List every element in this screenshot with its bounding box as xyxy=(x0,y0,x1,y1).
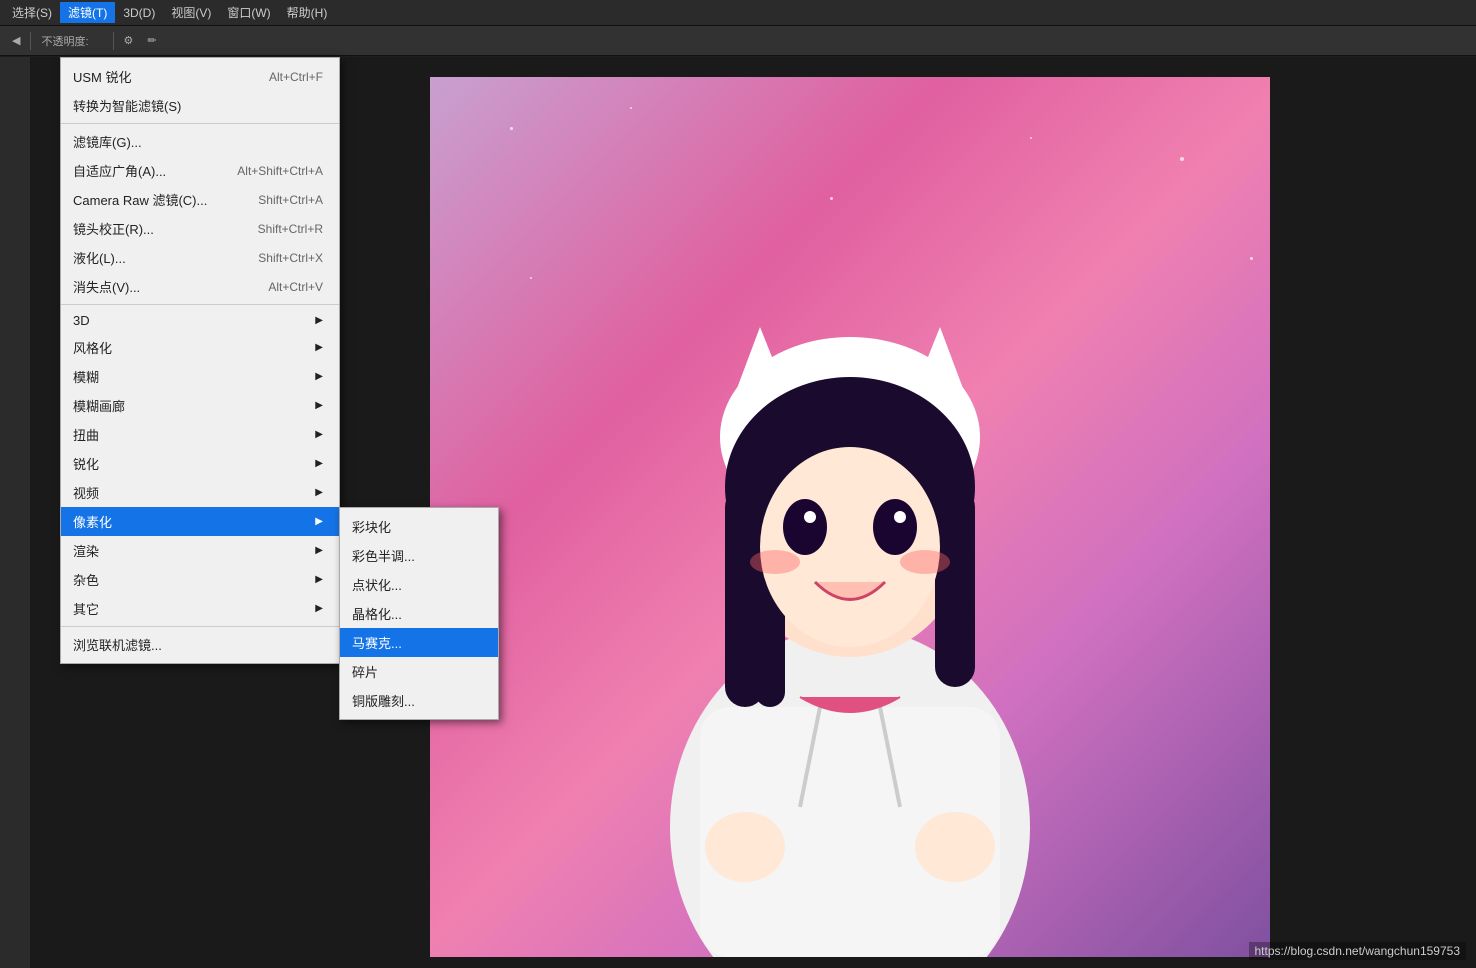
canvas-area xyxy=(430,77,1270,957)
menu-item-other-label: 其它 xyxy=(73,599,99,618)
submenu-item-colorflat[interactable]: 彩块化 xyxy=(340,512,498,541)
filter-dropdown-menu: USM 锐化 Alt+Ctrl+F 转换为智能滤镜(S) 滤镜库(G)... 自… xyxy=(60,57,340,664)
menu-item-pixelate[interactable]: 像素化 ▶ 彩块化 彩色半调... 点状化... 晶格化... 马赛克... xyxy=(61,507,339,536)
menu-item-video-label: 视频 xyxy=(73,483,99,502)
submenu-item-mezzotint[interactable]: 铜版雕刻... xyxy=(340,686,498,715)
toolbar-back[interactable]: ◀ xyxy=(8,32,24,49)
toolbar-sep1 xyxy=(30,32,31,50)
arrow-icon-3d: ▶ xyxy=(315,315,323,326)
arrow-icon-blur: ▶ xyxy=(315,371,323,382)
menu-divider-1 xyxy=(61,123,339,124)
menu-item-render-label: 渲染 xyxy=(73,541,99,560)
arrow-icon-render: ▶ xyxy=(315,545,323,556)
menu-select[interactable]: 选择(S) xyxy=(4,2,60,23)
menu-filter[interactable]: 滤镜(T) xyxy=(60,2,115,23)
arrow-icon-pixelate: ▶ xyxy=(315,516,323,527)
menu-item-adaptive[interactable]: 自适应广角(A)... Alt+Shift+Ctrl+A xyxy=(61,156,339,185)
submenu-item-colorflat-label: 彩块化 xyxy=(352,517,391,536)
menu-item-adaptive-shortcut: Alt+Shift+Ctrl+A xyxy=(237,164,323,178)
menu-item-liquify-label: 液化(L)... xyxy=(73,248,126,267)
menu-item-usm[interactable]: USM 锐化 Alt+Ctrl+F xyxy=(61,62,339,91)
arrow-icon-distort: ▶ xyxy=(315,429,323,440)
edit-icon[interactable]: ✏ xyxy=(143,32,160,49)
menu-item-video[interactable]: 视频 ▶ xyxy=(61,478,339,507)
menu-item-blur[interactable]: 模糊 ▶ xyxy=(61,362,339,391)
menu-item-browse[interactable]: 浏览联机滤镜... xyxy=(61,630,339,659)
menu-item-smart-label: 转换为智能滤镜(S) xyxy=(73,96,181,115)
menu-view[interactable]: 视图(V) xyxy=(163,2,219,23)
menu-item-stylize-label: 风格化 xyxy=(73,338,112,357)
menu-item-camera-raw-shortcut: Shift+Ctrl+A xyxy=(258,193,323,207)
menu-item-filter-lib[interactable]: 滤镜库(G)... xyxy=(61,127,339,156)
submenu-item-crystallize[interactable]: 晶格化... xyxy=(340,599,498,628)
menu-item-usm-label: USM 锐化 xyxy=(73,67,132,86)
pixelate-submenu: 彩块化 彩色半调... 点状化... 晶格化... 马赛克... 碎片 xyxy=(339,507,499,720)
menu-item-noise[interactable]: 杂色 ▶ xyxy=(61,565,339,594)
menu-item-noise-label: 杂色 xyxy=(73,570,99,589)
menu-item-blur-label: 模糊 xyxy=(73,367,99,386)
submenu-item-pointillize[interactable]: 点状化... xyxy=(340,570,498,599)
anime-character xyxy=(600,207,1100,957)
arrow-icon-blur-gallery: ▶ xyxy=(315,400,323,411)
arrow-icon-stylize: ▶ xyxy=(315,342,323,353)
menu-item-liquify[interactable]: 液化(L)... Shift+Ctrl+X xyxy=(61,243,339,272)
menu-item-lens-correct-shortcut: Shift+Ctrl+R xyxy=(258,222,323,236)
submenu-item-fragment-label: 碎片 xyxy=(352,662,378,681)
menu-item-usm-shortcut: Alt+Ctrl+F xyxy=(269,70,323,84)
menu-item-camera-raw-label: Camera Raw 滤镜(C)... xyxy=(73,190,207,209)
menu-item-blur-gallery[interactable]: 模糊画廊 ▶ xyxy=(61,391,339,420)
toolbar-opacity-label: 不透明度: xyxy=(37,31,92,51)
submenu-item-colorhalftone-label: 彩色半调... xyxy=(352,546,415,565)
menu-item-sharpen-label: 锐化 xyxy=(73,454,99,473)
menu-item-liquify-shortcut: Shift+Ctrl+X xyxy=(258,251,323,265)
menu-item-pixelate-label: 像素化 xyxy=(73,512,112,531)
menu-item-adaptive-label: 自适应广角(A)... xyxy=(73,161,166,180)
canvas-image xyxy=(430,77,1270,957)
menu-item-distort-label: 扭曲 xyxy=(73,425,99,444)
submenu-item-mosaic[interactable]: 马赛克... xyxy=(340,628,498,657)
menu-item-3d-label: 3D xyxy=(73,313,90,328)
menu-window[interactable]: 窗口(W) xyxy=(219,2,278,23)
menu-item-render[interactable]: 渲染 ▶ xyxy=(61,536,339,565)
menu-item-filter-lib-label: 滤镜库(G)... xyxy=(73,132,142,151)
menu-item-blur-gallery-label: 模糊画廊 xyxy=(73,396,125,415)
menu-item-vanishing-label: 消失点(V)... xyxy=(73,277,140,296)
menu-item-vanishing[interactable]: 消失点(V)... Alt+Ctrl+V xyxy=(61,272,339,301)
menu-divider-2 xyxy=(61,304,339,305)
menu-item-other[interactable]: 其它 ▶ xyxy=(61,594,339,623)
arrow-icon-sharpen: ▶ xyxy=(315,458,323,469)
menu-item-camera-raw[interactable]: Camera Raw 滤镜(C)... Shift+Ctrl+A xyxy=(61,185,339,214)
submenu-item-crystallize-label: 晶格化... xyxy=(352,604,402,623)
menu-item-lens-correct-label: 镜头校正(R)... xyxy=(73,219,154,238)
menu-item-lens-correct[interactable]: 镜头校正(R)... Shift+Ctrl+R xyxy=(61,214,339,243)
menu-item-distort[interactable]: 扭曲 ▶ xyxy=(61,420,339,449)
menu-item-sharpen[interactable]: 锐化 ▶ xyxy=(61,449,339,478)
menu-item-vanishing-shortcut: Alt+Ctrl+V xyxy=(268,280,323,294)
left-panel xyxy=(0,57,30,968)
toolbar: ◀ 不透明度: ⚙ ✏ xyxy=(0,26,1476,56)
menu-item-stylize[interactable]: 风格化 ▶ xyxy=(61,333,339,362)
gear-icon[interactable]: ⚙ xyxy=(120,32,138,49)
menu-bar: 选择(S) 滤镜(T) 3D(D) 视图(V) 窗口(W) 帮助(H) xyxy=(0,0,1476,26)
menu-3d[interactable]: 3D(D) xyxy=(115,4,163,22)
toolbar-sep2 xyxy=(113,32,114,50)
menu-item-3d[interactable]: 3D ▶ xyxy=(61,308,339,333)
arrow-icon-other: ▶ xyxy=(315,603,323,614)
watermark: https://blog.csdn.net/wangchun159753 xyxy=(1249,942,1467,960)
arrow-icon-noise: ▶ xyxy=(315,574,323,585)
submenu-item-fragment[interactable]: 碎片 xyxy=(340,657,498,686)
submenu-item-mosaic-label: 马赛克... xyxy=(352,633,402,652)
submenu-item-colorhalftone[interactable]: 彩色半调... xyxy=(340,541,498,570)
submenu-item-pointillize-label: 点状化... xyxy=(352,575,402,594)
menu-item-smart[interactable]: 转换为智能滤镜(S) xyxy=(61,91,339,120)
toolbar-opacity-value xyxy=(99,39,107,43)
arrow-icon-video: ▶ xyxy=(315,487,323,498)
menu-divider-3 xyxy=(61,626,339,627)
submenu-item-mezzotint-label: 铜版雕刻... xyxy=(352,691,415,710)
main-content: https://blog.csdn.net/wangchun159753 USM… xyxy=(0,57,1476,968)
menu-help[interactable]: 帮助(H) xyxy=(279,2,336,23)
menu-item-browse-label: 浏览联机滤镜... xyxy=(73,635,162,654)
